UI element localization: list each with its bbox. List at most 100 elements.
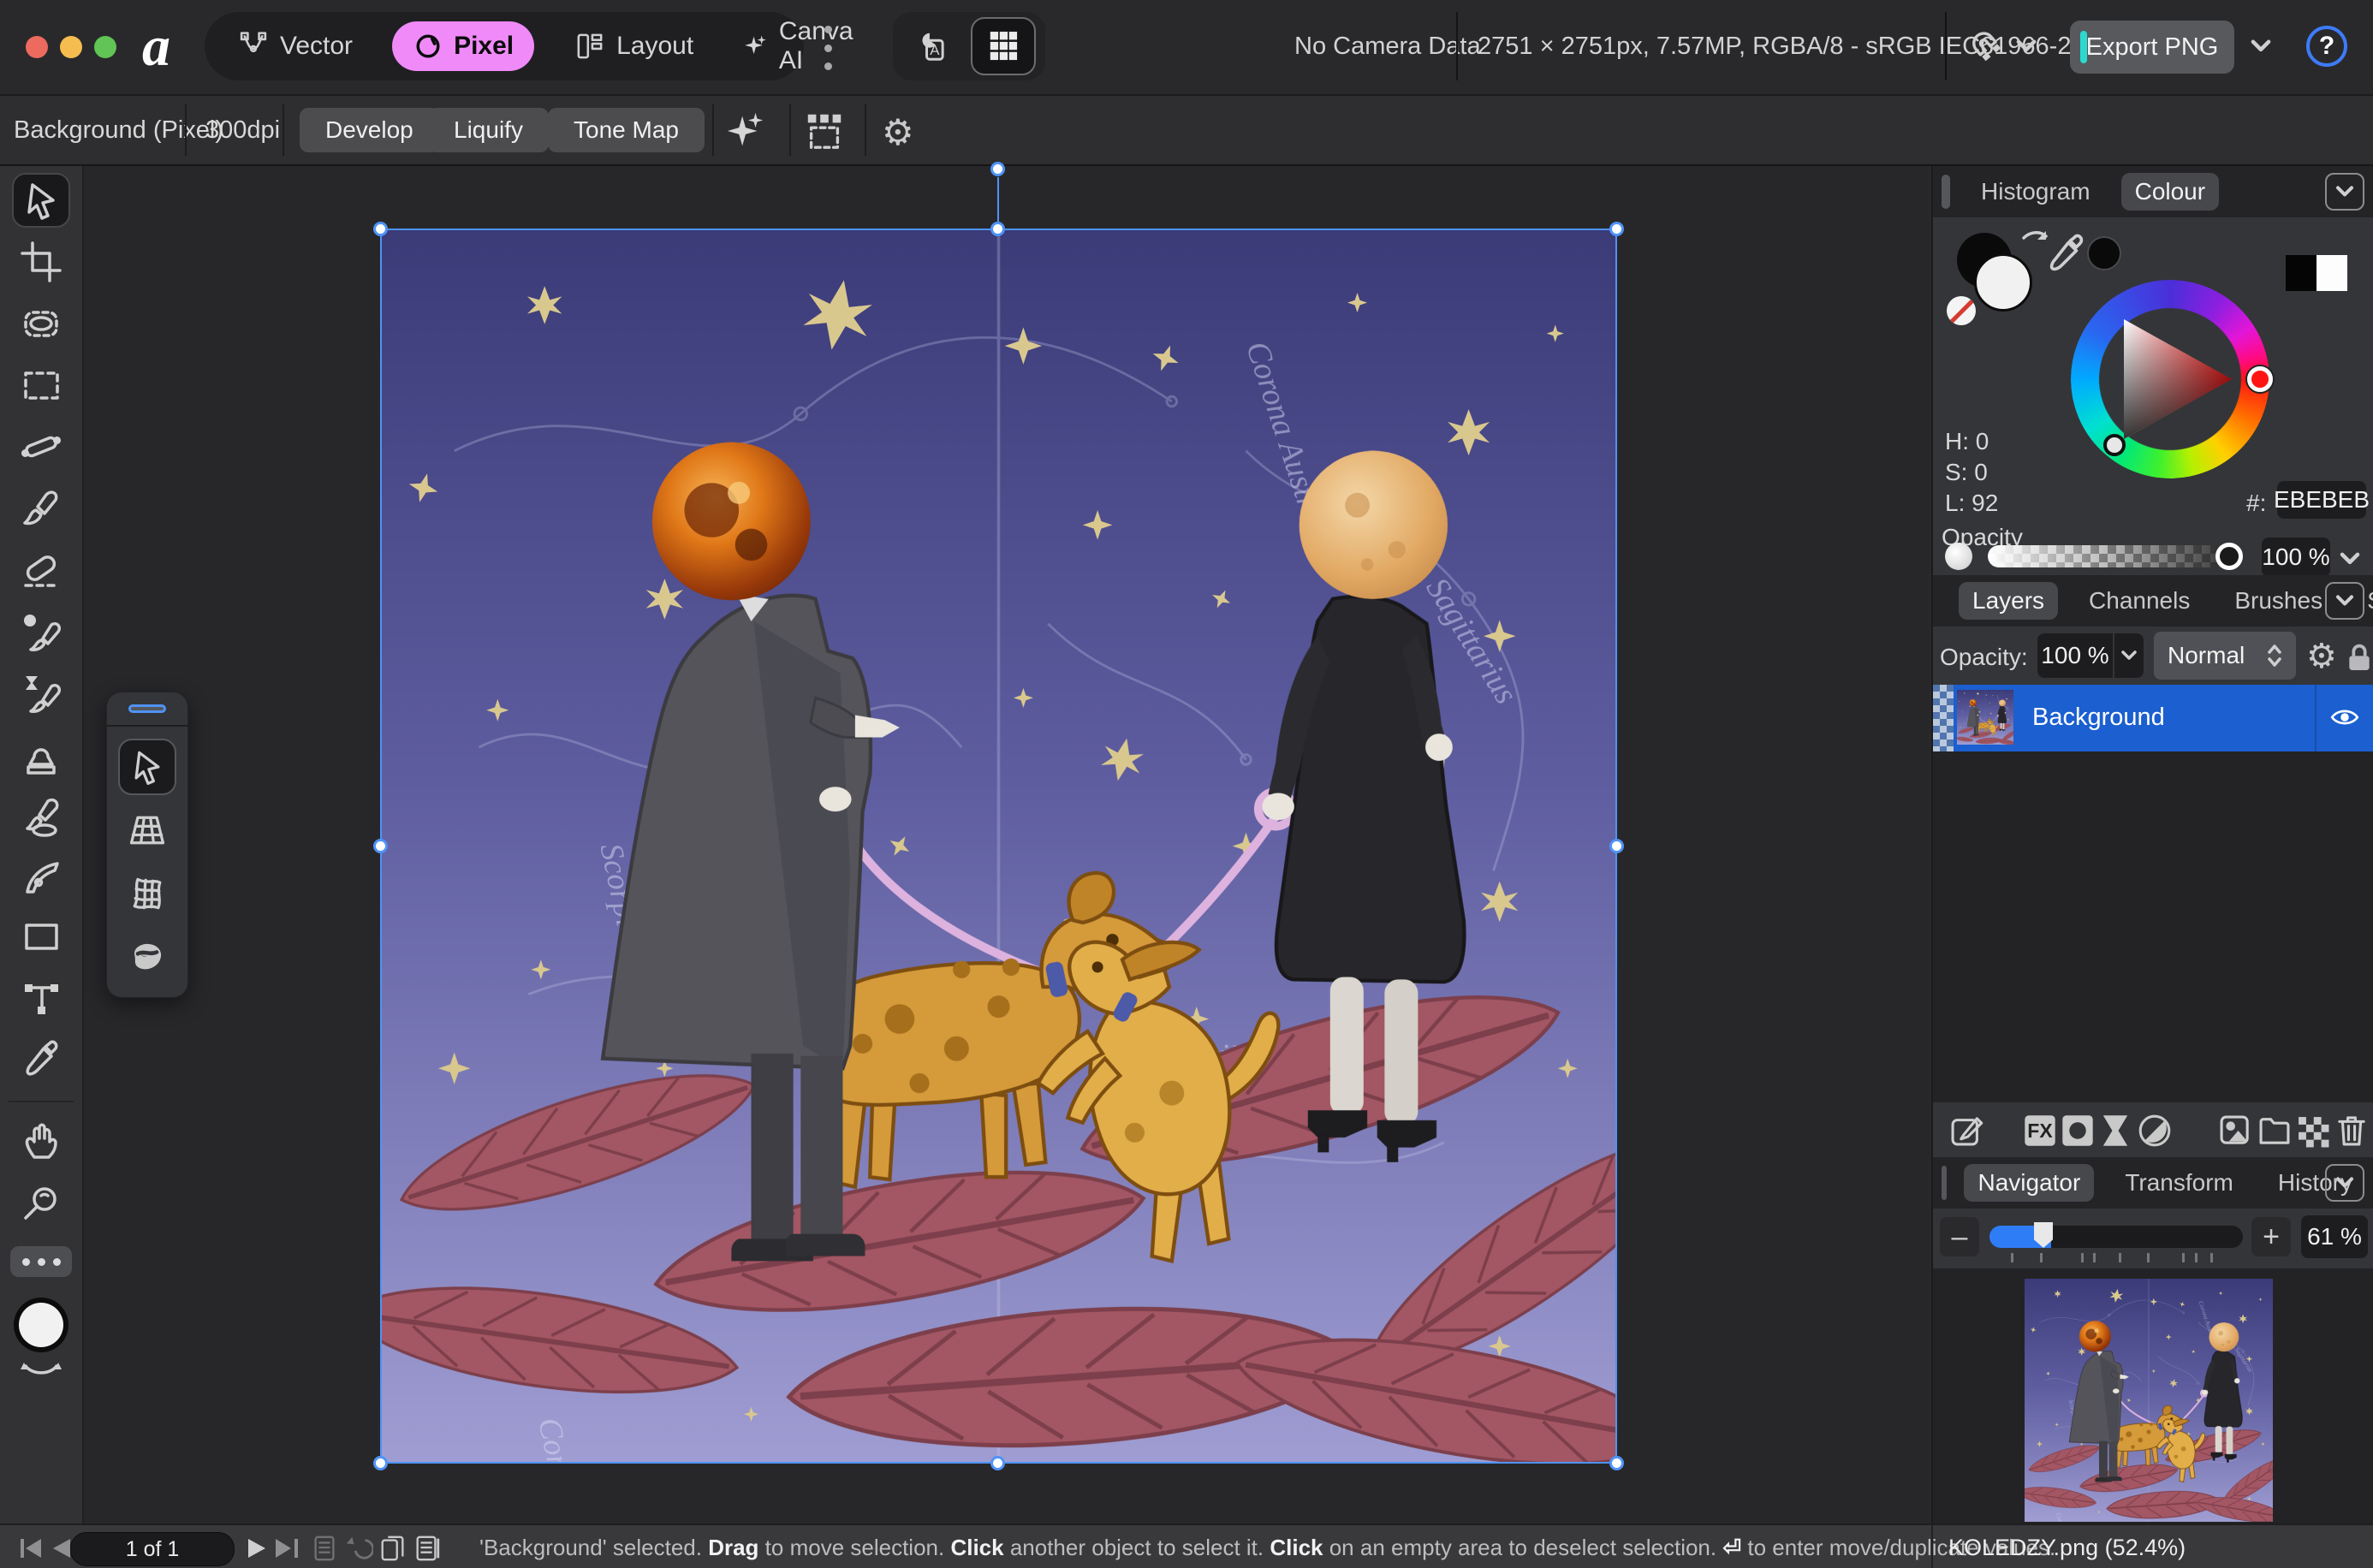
palette-smudge-tool[interactable]: [118, 929, 176, 985]
zoom-tool[interactable]: [12, 1176, 70, 1231]
rectangle-tool[interactable]: [12, 909, 70, 964]
tab-layers[interactable]: Layers: [1959, 582, 2058, 620]
healing-brush-tool[interactable]: [12, 789, 70, 844]
frame-text-tool[interactable]: [12, 971, 70, 1025]
move-tool[interactable]: [12, 173, 70, 228]
zoom-in-button[interactable]: +: [2251, 1217, 2291, 1256]
duplicate-page-icon[interactable]: [378, 1534, 407, 1563]
window-minimize-button[interactable]: [60, 36, 82, 58]
collapse-layers-icon[interactable]: [2325, 582, 2364, 620]
resize-handle-s[interactable]: [990, 1456, 1005, 1470]
live-filter-icon[interactable]: [2096, 1111, 2135, 1150]
next-page-icon[interactable]: [245, 1537, 269, 1559]
colour-picker-icon[interactable]: [2043, 231, 2089, 277]
resize-handle-n[interactable]: [990, 222, 1005, 236]
tab-layout[interactable]: Layout: [563, 21, 704, 71]
triangle-selector[interactable]: [2103, 434, 2126, 456]
tab-channels[interactable]: Channels: [2075, 582, 2204, 620]
edit-icon[interactable]: [1947, 1111, 1986, 1150]
tab-transform[interactable]: Transform: [2111, 1164, 2247, 1202]
layer-settings-gear-icon[interactable]: ⚙: [2306, 637, 2337, 676]
snapping-chevron-down-icon[interactable]: [2015, 38, 2037, 55]
canvas-viewport[interactable]: [84, 166, 1930, 1523]
crop-tool[interactable]: [12, 235, 70, 289]
layers-list-empty-area[interactable]: [1933, 751, 2373, 1102]
colour-picker-tool[interactable]: [12, 1032, 70, 1087]
no-colour-swatch[interactable]: [1947, 296, 1976, 325]
more-menu-icon[interactable]: [824, 26, 832, 70]
tone-map-button[interactable]: Tone Map: [548, 108, 705, 152]
picked-colour-well[interactable]: [2087, 236, 2121, 270]
tab-histogram[interactable]: Histogram: [1967, 173, 2104, 211]
paint-brush-tool[interactable]: [12, 481, 70, 536]
mask-icon[interactable]: [2058, 1111, 2097, 1150]
liquify-button[interactable]: Liquify: [428, 108, 549, 152]
tab-canva-ai[interactable]: Canva AI: [733, 21, 871, 71]
new-pixel-layer-icon[interactable]: [2293, 1111, 2332, 1150]
first-page-icon[interactable]: [19, 1537, 45, 1559]
adjustment-icon[interactable]: [2135, 1111, 2174, 1150]
window-zoom-button[interactable]: [94, 36, 116, 58]
resize-handle-e[interactable]: [1609, 839, 1624, 853]
navigator-zoom-slider[interactable]: [1989, 1226, 2243, 1248]
colour-opacity-chevron-icon[interactable]: [2339, 551, 2361, 567]
export-chevron-down-icon[interactable]: [2250, 38, 2272, 55]
tab-pixel[interactable]: Pixel: [392, 21, 534, 71]
erase-brush-tool[interactable]: [12, 543, 70, 597]
undo-brush-tool[interactable]: [12, 666, 70, 721]
tab-vector[interactable]: Vector: [227, 21, 363, 71]
details-list-icon[interactable]: [413, 1534, 442, 1563]
page-indicator[interactable]: 1 of 1: [70, 1532, 235, 1566]
resize-handle-se[interactable]: [1609, 1456, 1624, 1470]
quick-colour-swatch[interactable]: [14, 1298, 68, 1352]
layer-name[interactable]: Background: [2032, 704, 2165, 732]
navigator-zoom-value[interactable]: 61 %: [2301, 1215, 2368, 1258]
tab-brushes[interactable]: Brushes: [2221, 582, 2336, 620]
select-transform-icon[interactable]: [803, 110, 846, 152]
auto-enhance-icon[interactable]: [724, 110, 767, 152]
last-page-icon[interactable]: [274, 1537, 300, 1559]
resize-handle-w[interactable]: [373, 839, 388, 853]
layer-row-background[interactable]: Background: [1933, 685, 2373, 751]
zoom-out-button[interactable]: –: [1940, 1217, 1979, 1256]
collapse-colour-icon[interactable]: [2325, 173, 2364, 211]
colour-replacement-brush-tool[interactable]: [12, 604, 70, 659]
settings-gear-icon[interactable]: ⚙: [882, 111, 914, 153]
gradient-tool[interactable]: [12, 419, 70, 474]
document[interactable]: [380, 229, 1617, 1464]
tab-navigator[interactable]: Navigator: [1964, 1164, 2094, 1202]
foreground-colour-swatch[interactable]: [1974, 253, 2032, 312]
rotation-handle[interactable]: [990, 162, 1005, 176]
collapse-navigator-icon[interactable]: [2325, 1164, 2364, 1202]
layer-thumbnail[interactable]: [1957, 690, 2013, 745]
black-swatch[interactable]: [2286, 255, 2316, 291]
blend-mode-select[interactable]: Normal: [2154, 632, 2296, 680]
snapping-magnet-icon[interactable]: [1966, 26, 2008, 68]
document-artwork[interactable]: [380, 229, 1617, 1464]
delete-trash-icon[interactable]: [2332, 1111, 2371, 1150]
navigator-thumbnail[interactable]: [2025, 1279, 2273, 1522]
merge-icon[interactable]: [2215, 1111, 2255, 1150]
palette-move-tool[interactable]: [118, 739, 176, 795]
undo-icon[interactable]: [344, 1534, 373, 1563]
clone-stamp-tool[interactable]: [12, 728, 70, 782]
hue-selector[interactable]: [2247, 366, 2273, 392]
more-tools-button[interactable]: [10, 1246, 72, 1277]
rotate-colour-arrows-icon[interactable]: [21, 1361, 62, 1378]
palette-drag-handle[interactable]: [128, 704, 166, 713]
export-png-button[interactable]: Export PNG: [2070, 21, 2234, 74]
help-button[interactable]: ?: [2306, 26, 2347, 67]
colour-opacity-slider[interactable]: [1988, 545, 2241, 567]
palette-mesh-warp-tool[interactable]: [118, 865, 176, 922]
selection-brush-tool[interactable]: [12, 296, 70, 351]
colour-wheel[interactable]: [2071, 280, 2269, 478]
fx-icon[interactable]: FX: [2020, 1111, 2060, 1150]
pages-list-icon[interactable]: [310, 1534, 339, 1563]
toggle-a-icon[interactable]: A: [903, 19, 965, 74]
resize-handle-ne[interactable]: [1609, 222, 1624, 236]
hex-input[interactable]: EBEBEB: [2277, 481, 2366, 519]
palette-perspective-tool[interactable]: [118, 802, 176, 858]
saturation-triangle[interactable]: [2102, 311, 2239, 448]
panel-grip[interactable]: [1942, 1166, 1947, 1200]
develop-button[interactable]: Develop: [300, 108, 439, 152]
